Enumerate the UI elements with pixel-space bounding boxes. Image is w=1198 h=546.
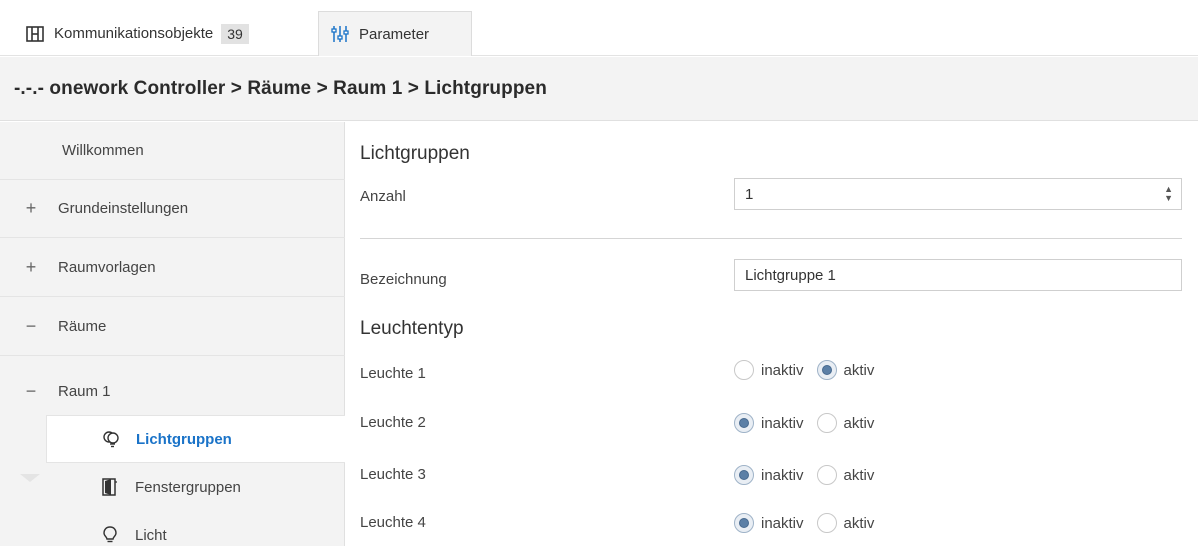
sidebar-item-raeume[interactable]: − Räume: [0, 298, 345, 356]
sidebar: Willkommen + Grundeinstellungen + Raumvo…: [0, 122, 345, 546]
count-badge: 39: [221, 23, 249, 44]
tab-label: Kommunikationsobjekte: [54, 25, 214, 42]
radio-aktiv[interactable]: [816, 360, 837, 380]
radio-aktiv[interactable]: [816, 413, 837, 433]
divider: [360, 238, 1182, 239]
bezeichnung-value: Lichtgruppe 1: [745, 266, 836, 284]
sidebar-item-label: Räume: [58, 318, 107, 335]
sidebar-item-label: Raumvorlagen: [58, 259, 156, 276]
sliders-icon: [331, 25, 349, 43]
sidebar-item-lichtgruppen[interactable]: Lichtgruppen: [46, 415, 345, 463]
radio-label-aktiv: aktiv: [843, 466, 875, 484]
radio-label-inaktiv: inaktiv: [761, 361, 804, 379]
stepper-down-icon[interactable]: ▼: [1164, 194, 1173, 203]
anzahl-label: Anzahl: [360, 188, 406, 205]
sidebar-item-raumvorlagen[interactable]: + Raumvorlagen: [0, 239, 345, 297]
sidebar-item-label: Willkommen: [62, 142, 144, 159]
section-title-lichtgruppen: Lichtgruppen: [360, 143, 470, 164]
leuchte-1-label: Leuchte 1: [360, 365, 426, 382]
section-title-leuchtentyp: Leuchtentyp: [360, 318, 464, 339]
bezeichnung-label: Bezeichnung: [360, 271, 447, 288]
sidebar-item-grundeinstellungen[interactable]: + Grundeinstellungen: [0, 180, 345, 238]
leuchte-4-radio-group: inaktiv aktiv: [734, 513, 887, 533]
sidebar-item-label: Grundeinstellungen: [58, 200, 189, 217]
sidebar-item-label: Raum 1: [58, 382, 111, 400]
bezeichnung-field[interactable]: Lichtgruppe 1: [734, 259, 1182, 291]
radio-inaktiv[interactable]: [734, 465, 754, 485]
expand-icon[interactable]: +: [22, 257, 40, 278]
parameter-panel: Lichtgruppen Anzahl 1 ▲ ▼ Bezeichnung Li…: [346, 122, 1198, 546]
tab-bar: Kommunikationsobjekte 39 Parameter: [0, 0, 1198, 56]
leuchte-2-label: Leuchte 2: [360, 414, 426, 431]
radio-inaktiv[interactable]: [734, 413, 754, 433]
communication-objects-icon: [26, 25, 44, 42]
radio-label-aktiv: aktiv: [843, 361, 875, 379]
radio-label-inaktiv: inaktiv: [761, 414, 804, 432]
radio-aktiv[interactable]: [816, 465, 837, 485]
light-group-icon: [101, 430, 121, 448]
radio-label-aktiv: aktiv: [843, 514, 875, 532]
radio-label-inaktiv: inaktiv: [761, 466, 804, 484]
radio-label-aktiv: aktiv: [843, 414, 875, 432]
sidebar-item-licht[interactable]: Licht: [46, 511, 345, 546]
leuchte-3-radio-group: inaktiv aktiv: [734, 465, 887, 485]
stepper-arrows[interactable]: ▲ ▼: [1164, 185, 1173, 203]
sidebar-item-label: Licht: [135, 526, 167, 544]
radio-aktiv[interactable]: [816, 513, 837, 533]
tab-parameter[interactable]: Parameter: [318, 11, 472, 56]
tab-label: Parameter: [359, 25, 430, 43]
tree-notch: [20, 474, 40, 482]
leuchte-1-radio-group: inaktiv aktiv: [734, 360, 887, 380]
radio-inaktiv[interactable]: [734, 513, 754, 533]
sidebar-item-label: Lichtgruppen: [136, 430, 232, 448]
tab-kommunikationsobjekte[interactable]: Kommunikationsobjekte 39: [12, 11, 317, 56]
leuchte-2-radio-group: inaktiv aktiv: [734, 413, 887, 433]
sidebar-item-raum-1[interactable]: − Raum 1: [0, 362, 345, 420]
bulb-icon: [100, 526, 120, 544]
radio-inaktiv[interactable]: [734, 360, 754, 380]
collapse-icon[interactable]: −: [22, 381, 40, 402]
sidebar-item-label: Fenstergruppen: [135, 478, 241, 496]
collapse-icon[interactable]: −: [22, 316, 40, 337]
breadcrumb-bar: -.-.- onework Controller > Räume > Raum …: [0, 57, 1198, 121]
leuchte-4-label: Leuchte 4: [360, 514, 426, 531]
expand-icon[interactable]: +: [22, 198, 40, 219]
breadcrumb: -.-.- onework Controller > Räume > Raum …: [14, 77, 547, 99]
anzahl-value: 1: [745, 185, 754, 203]
window-group-icon: [100, 478, 120, 496]
sidebar-item-fenstergruppen[interactable]: Fenstergruppen: [46, 463, 345, 511]
sidebar-item-willkommen[interactable]: Willkommen: [0, 122, 345, 180]
leuchte-3-label: Leuchte 3: [360, 466, 426, 483]
anzahl-stepper[interactable]: 1 ▲ ▼: [734, 178, 1182, 210]
radio-label-inaktiv: inaktiv: [761, 514, 804, 532]
